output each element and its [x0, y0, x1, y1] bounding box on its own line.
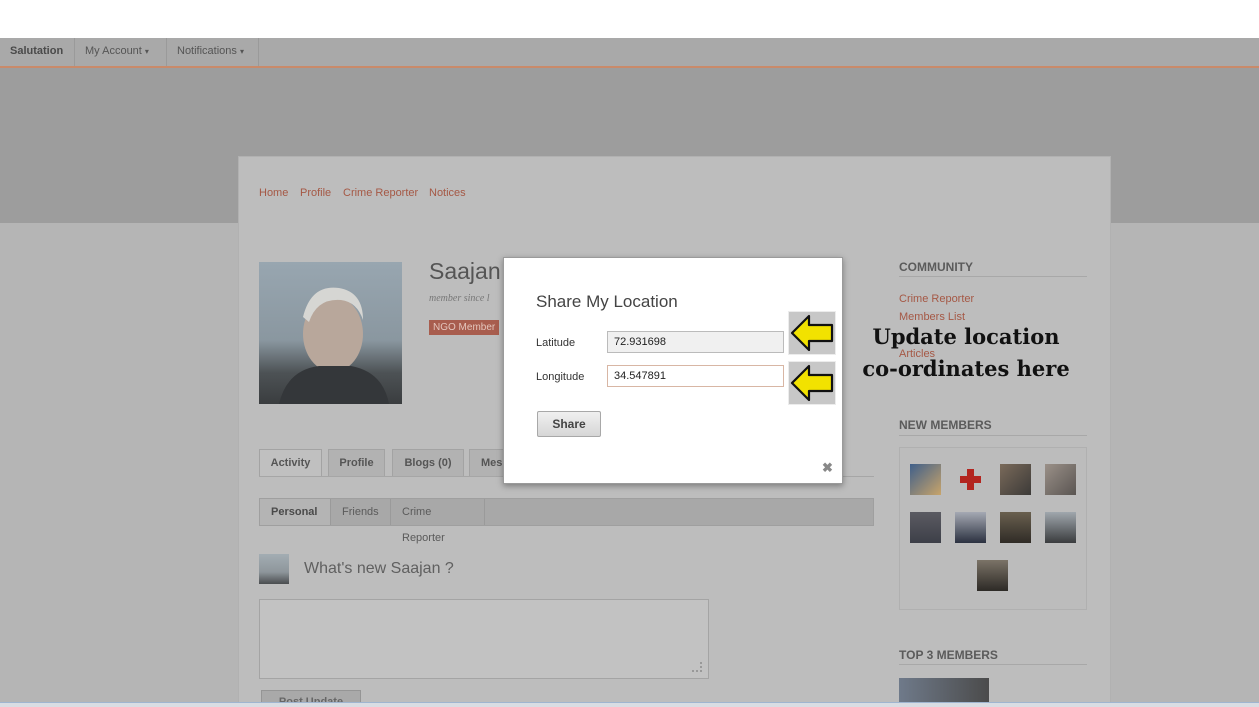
latitude-field[interactable]: 72.931698	[607, 331, 784, 353]
tab-messages-label: Mes	[481, 457, 503, 469]
subtab-friends-label: Friends	[342, 506, 379, 518]
member-thumb[interactable]	[977, 560, 1008, 591]
profile-photo-icon	[279, 287, 389, 404]
status-badge: NGO Member	[429, 320, 500, 335]
nav-salutation-label: Salutation	[10, 45, 64, 57]
chevron-down-icon: ▾	[239, 47, 244, 56]
latitude-label: Latitude	[536, 337, 576, 349]
share-button[interactable]: Share	[537, 411, 601, 437]
tab-activity[interactable]: Activity	[259, 449, 322, 476]
member-thumb[interactable]	[1000, 464, 1031, 495]
subtab-crime-reporter-label: Crime Reporter	[402, 506, 445, 544]
member-thumb[interactable]	[910, 464, 941, 495]
top3-heading: TOP 3 MEMBERS	[899, 648, 998, 662]
browser-top-area	[0, 0, 1259, 38]
breadcrumb-home[interactable]: Home	[259, 187, 288, 199]
tab-blogs[interactable]: Blogs (0)	[392, 449, 464, 476]
breadcrumb-profile[interactable]: Profile	[300, 187, 331, 199]
dialog-title: Share My Location	[536, 292, 678, 311]
tab-blogs-label: Blogs (0)	[404, 457, 452, 469]
close-icon[interactable]: ✖	[822, 460, 833, 476]
nav-notifications[interactable]: Notifications ▾	[167, 38, 259, 66]
longitude-label: Longitude	[536, 371, 585, 383]
whats-new-prompt: What's new Saajan ?	[304, 560, 454, 577]
tab-activity-label: Activity	[270, 457, 311, 469]
arrow-left-icon	[788, 311, 836, 355]
profile-avatar[interactable]	[259, 262, 402, 404]
longitude-field[interactable]: 34.547891	[607, 365, 784, 387]
breadcrumb-crime-reporter[interactable]: Crime Reporter	[343, 187, 418, 199]
annotation-line-2: co-ordinates here	[862, 356, 1070, 381]
arrow-left-icon	[788, 361, 836, 405]
update-textarea[interactable]	[259, 599, 709, 679]
tab-profile[interactable]: Profile	[328, 449, 385, 476]
member-thumb[interactable]	[1045, 512, 1076, 543]
annotation-line-1: Update location	[872, 324, 1060, 349]
subtab-personal[interactable]: Personal	[260, 499, 331, 525]
red-cross-icon[interactable]	[955, 464, 986, 495]
nav-my-account[interactable]: My Account ▾	[75, 38, 167, 66]
subtab-crime-reporter[interactable]: Crime Reporter	[391, 499, 485, 544]
nav-notifications-label: Notifications	[177, 45, 237, 57]
member-since-text: member since l	[429, 293, 490, 304]
nav-salutation[interactable]: Salutation	[0, 38, 75, 66]
subtab-friends[interactable]: Friends	[331, 499, 391, 525]
community-heading: COMMUNITY	[899, 260, 973, 274]
top3-divider	[899, 664, 1087, 665]
nav-my-account-label: My Account	[85, 45, 142, 57]
profile-name: Saajan	[429, 258, 501, 284]
member-thumb[interactable]	[1045, 464, 1076, 495]
member-thumb[interactable]	[1000, 512, 1031, 543]
activity-subtabs: Personal Friends Crime Reporter	[259, 498, 874, 544]
resize-grip-icon[interactable]	[692, 662, 702, 672]
annotation-text: Update location co-ordinates here	[850, 321, 1082, 385]
breadcrumb-notices[interactable]: Notices	[429, 187, 466, 199]
chevron-down-icon: ▾	[144, 47, 149, 56]
top-navbar: Salutation My Account ▾ Notifications ▾	[0, 38, 1259, 68]
new-members-divider	[899, 435, 1087, 436]
member-thumb[interactable]	[955, 512, 986, 543]
subtab-personal-label: Personal	[271, 506, 318, 518]
taskbar-edge	[0, 702, 1259, 707]
avatar	[259, 554, 289, 584]
tab-profile-label: Profile	[339, 457, 374, 469]
member-thumb[interactable]	[910, 512, 941, 543]
community-divider	[899, 276, 1087, 277]
new-members-grid	[899, 447, 1087, 610]
sidebar-link-crime-reporter[interactable]: Crime Reporter	[899, 293, 974, 305]
new-members-heading: NEW MEMBERS	[899, 418, 992, 432]
